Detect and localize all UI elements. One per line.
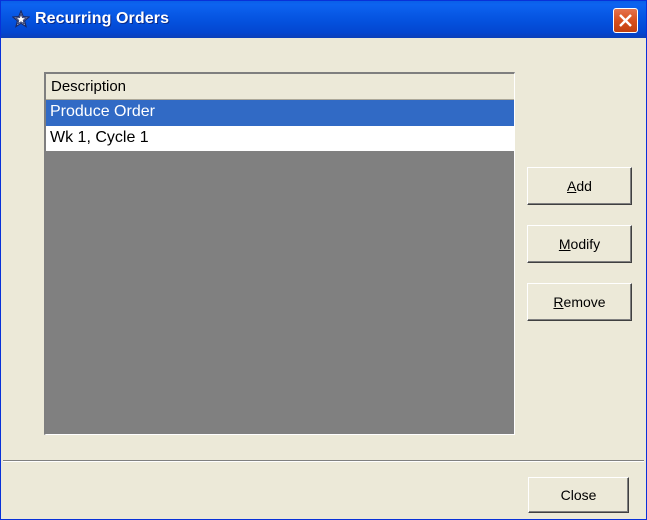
title-bar[interactable]: Recurring Orders — [1, 1, 646, 38]
add-mnemonic: A — [567, 178, 577, 194]
column-header-description[interactable]: Description — [46, 74, 514, 100]
recurring-orders-list[interactable]: Description Produce Order Wk 1, Cycle 1 — [44, 72, 515, 435]
recurring-orders-dialog: Recurring Orders Description Produce Ord… — [0, 0, 647, 520]
window-title: Recurring Orders — [35, 10, 170, 27]
footer-divider-highlight — [3, 461, 644, 462]
remove-button[interactable]: Remove — [527, 283, 632, 321]
remove-mnemonic: R — [553, 294, 564, 310]
close-x-icon — [619, 14, 632, 27]
add-button[interactable]: Add — [527, 167, 632, 205]
add-label: dd — [576, 178, 592, 194]
remove-label: emove — [563, 294, 606, 310]
modify-mnemonic: M — [558, 236, 571, 252]
close-button[interactable]: Close — [528, 477, 629, 513]
modify-button[interactable]: Modify — [527, 225, 632, 263]
window-close-button[interactable] — [613, 8, 638, 33]
list-item-wk1-cycle1[interactable]: Wk 1, Cycle 1 — [46, 126, 514, 152]
modify-label: odify — [570, 236, 601, 252]
star-icon — [12, 10, 30, 28]
list-item-produce-order[interactable]: Produce Order — [46, 100, 514, 126]
